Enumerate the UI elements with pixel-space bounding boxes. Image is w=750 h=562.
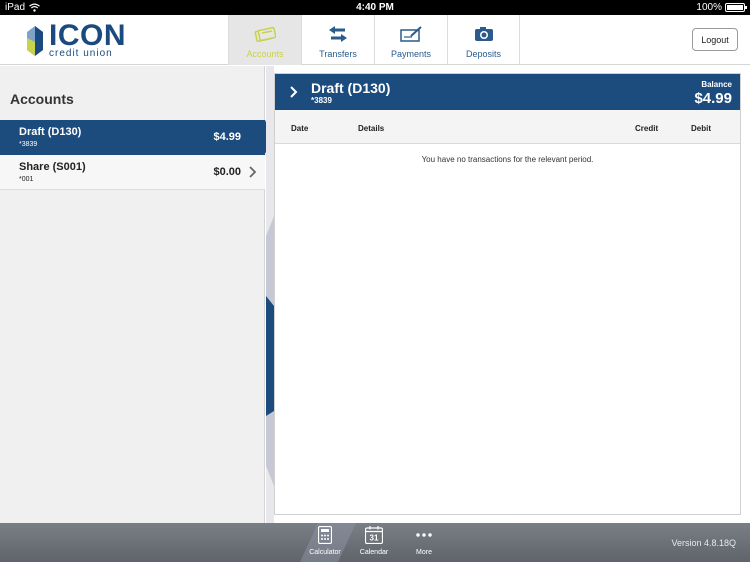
more-button[interactable]: More <box>402 526 446 556</box>
transactions-panel: Draft (D130) *3839 Balance $4.99 Date De… <box>274 73 741 515</box>
column-credit[interactable]: Credit <box>635 124 658 133</box>
balance-label: Balance <box>701 80 732 89</box>
calculator-label: Calculator <box>309 549 341 556</box>
transfer-arrows-icon <box>327 25 349 43</box>
column-date[interactable]: Date <box>291 124 308 133</box>
account-amount: $0.00 <box>213 166 241 178</box>
battery-percent: 100% <box>696 2 722 13</box>
tab-accounts[interactable]: Accounts <box>228 15 301 65</box>
empty-transactions-message: You have no transactions for the relevan… <box>421 155 594 164</box>
calendar-button[interactable]: 31 Calendar <box>352 526 396 556</box>
tab-transfers-label: Transfers <box>319 49 357 59</box>
app-header: ICON credit union Accounts Transfers Pay… <box>0 15 750 65</box>
tab-deposits-label: Deposits <box>465 49 501 59</box>
accounts-panel: Accounts Draft (D130) *3839 $4.99 Share … <box>0 66 273 523</box>
tab-payments-label: Payments <box>390 49 432 59</box>
account-name: Share (S001) <box>19 161 86 173</box>
brand-word: ICON <box>49 19 126 52</box>
chevron-right-icon <box>290 86 298 98</box>
column-debit[interactable]: Debit <box>691 124 711 133</box>
calculator-button[interactable]: Calculator <box>303 526 347 556</box>
transaction-column-headers: Date Details Credit Debit <box>275 110 740 144</box>
calendar-label: Calendar <box>359 549 389 556</box>
logout-button[interactable]: Logout <box>692 28 738 51</box>
brand-logo: ICON credit union <box>26 19 126 59</box>
calendar-day: 31 <box>370 534 379 543</box>
bottom-toolbar: Calculator 31 Calendar More Version 4.8.… <box>0 523 750 562</box>
account-number: *001 <box>19 176 34 183</box>
column-details[interactable]: Details <box>358 124 384 133</box>
accounts-title: Accounts <box>10 91 74 107</box>
main-nav: Accounts Transfers Payments Deposits <box>228 15 520 65</box>
calendar-icon: 31 <box>365 526 383 544</box>
detail-account-number: *3839 <box>311 96 332 105</box>
tab-transfers[interactable]: Transfers <box>301 15 374 65</box>
battery-icon <box>725 3 747 12</box>
account-number: *3839 <box>19 141 38 148</box>
cheque-icon <box>400 25 422 43</box>
chevron-right-icon <box>249 166 257 178</box>
account-detail-header[interactable]: Draft (D130) *3839 Balance $4.99 <box>275 74 740 110</box>
camera-icon <box>473 25 495 43</box>
account-amount: $4.99 <box>213 131 241 143</box>
account-row-share[interactable]: Share (S001) *001 $0.00 <box>0 155 265 190</box>
accounts-icon <box>254 25 276 43</box>
more-icon <box>415 526 433 544</box>
clock: 4:40 PM <box>356 2 394 13</box>
tab-accounts-label: Accounts <box>246 49 284 59</box>
logo-mark-icon <box>27 26 43 56</box>
account-row-draft[interactable]: Draft (D130) *3839 $4.99 <box>0 120 273 155</box>
calculator-icon <box>316 526 334 544</box>
tab-payments[interactable]: Payments <box>374 15 447 65</box>
balance-value: $4.99 <box>694 90 732 107</box>
more-label: More <box>416 549 432 556</box>
tab-deposits[interactable]: Deposits <box>447 15 520 65</box>
detail-account-title: Draft (D130) <box>311 80 391 96</box>
account-name: Draft (D130) <box>19 126 82 138</box>
brand-sub: credit union <box>49 48 113 59</box>
panel-divider <box>266 66 274 523</box>
status-bar: iPad 4:40 PM 100% <box>0 0 750 15</box>
divider-decoration-icon <box>266 216 274 486</box>
version-label: Version 4.8.18Q <box>671 538 736 548</box>
